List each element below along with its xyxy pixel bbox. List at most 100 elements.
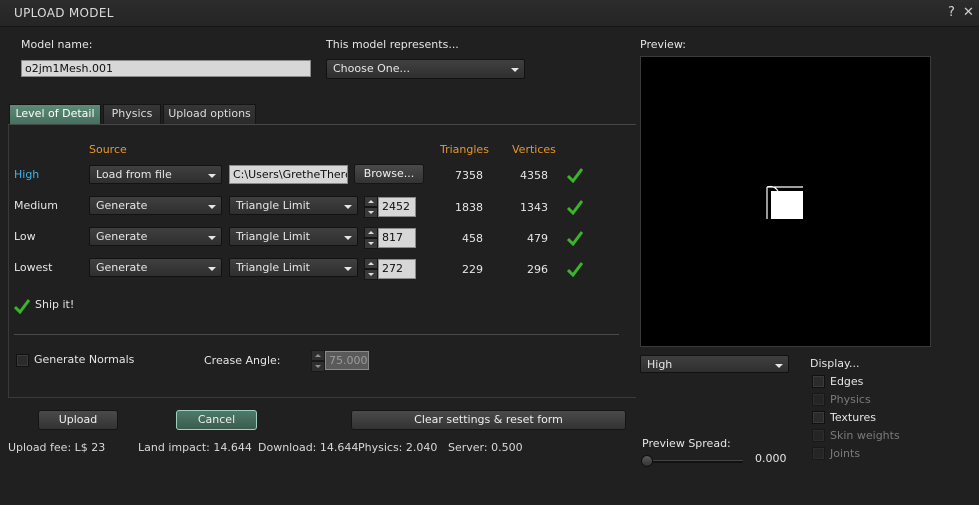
display-physics-label: Physics bbox=[830, 393, 871, 406]
lod-low-source-dropdown[interactable]: Generate bbox=[89, 227, 222, 246]
lod-high-triangles: 7358 bbox=[455, 169, 483, 182]
crease-angle-stepper[interactable] bbox=[311, 350, 325, 372]
crease-angle-label: Crease Angle: bbox=[204, 354, 281, 367]
tab-upload-options[interactable]: Upload options bbox=[163, 104, 256, 124]
display-textures-label: Textures bbox=[830, 411, 876, 424]
represents-value: Choose One... bbox=[333, 62, 410, 75]
lod-low-triangles: 458 bbox=[462, 232, 483, 245]
check-icon bbox=[567, 168, 583, 183]
lod-row-low-label: Low bbox=[14, 230, 36, 243]
stepper-down-icon[interactable] bbox=[364, 207, 378, 218]
ship-it-label: Ship it! bbox=[35, 298, 75, 311]
check-icon bbox=[567, 200, 583, 215]
crease-angle-input[interactable]: 75.000 bbox=[325, 351, 369, 370]
stepper-up-icon[interactable] bbox=[364, 227, 378, 238]
display-skin-weights-checkbox[interactable] bbox=[812, 429, 825, 442]
lod-lowest-mode-dropdown[interactable]: Triangle Limit bbox=[229, 258, 358, 277]
upload-button[interactable]: Upload bbox=[38, 410, 118, 430]
close-icon[interactable]: ✕ bbox=[963, 5, 974, 20]
window-title: UPLOAD MODEL bbox=[14, 6, 114, 20]
check-icon bbox=[567, 231, 583, 246]
land-impact: Land impact: 14.644 bbox=[138, 441, 252, 454]
stepper-down-icon[interactable] bbox=[311, 361, 325, 372]
header-source: Source bbox=[89, 143, 127, 156]
lod-low-mode-value: Triangle Limit bbox=[236, 230, 310, 243]
lod-row-medium-label: Medium bbox=[14, 199, 58, 212]
lod-high-source-dropdown[interactable]: Load from file bbox=[89, 165, 222, 184]
lod-lowest-mode-value: Triangle Limit bbox=[236, 261, 310, 274]
preview-viewport[interactable] bbox=[640, 56, 931, 347]
stepper-down-icon[interactable] bbox=[364, 269, 378, 280]
lod-high-source-value: Load from file bbox=[96, 168, 172, 181]
lod-lowest-triangles: 229 bbox=[462, 263, 483, 276]
stepper-up-icon[interactable] bbox=[364, 258, 378, 269]
preview-spread-slider-handle[interactable] bbox=[641, 455, 653, 467]
chevron-down-icon bbox=[208, 205, 216, 209]
lod-lowest-source-dropdown[interactable]: Generate bbox=[89, 258, 222, 277]
lod-medium-mode-dropdown[interactable]: Triangle Limit bbox=[229, 196, 358, 215]
lod-medium-source-dropdown[interactable]: Generate bbox=[89, 196, 222, 215]
lod-row-lowest-label: Lowest bbox=[14, 261, 53, 274]
chevron-down-icon bbox=[208, 267, 216, 271]
stepper-up-icon[interactable] bbox=[364, 196, 378, 207]
lod-low-vertices: 479 bbox=[527, 232, 548, 245]
model-preview-shape bbox=[766, 185, 803, 219]
chevron-down-icon bbox=[511, 68, 519, 72]
lod-medium-limit-input[interactable]: 2452 bbox=[378, 197, 416, 217]
preview-lod-value: High bbox=[647, 358, 673, 371]
display-joints-checkbox[interactable] bbox=[812, 447, 825, 460]
help-icon[interactable]: ? bbox=[948, 5, 955, 20]
title-bar[interactable] bbox=[0, 0, 979, 27]
display-joints-label: Joints bbox=[830, 447, 861, 460]
lod-lowest-source-value: Generate bbox=[96, 261, 148, 274]
lod-low-limit-stepper[interactable] bbox=[364, 227, 378, 249]
ship-it-check-icon bbox=[14, 299, 30, 314]
lod-high-vertices: 4358 bbox=[520, 169, 548, 182]
lod-row-high-label: High bbox=[14, 168, 40, 181]
preview-spread-label: Preview Spread: bbox=[642, 437, 731, 450]
physics-cost: Physics: 2.040 bbox=[358, 441, 438, 454]
lod-lowest-vertices: 296 bbox=[527, 263, 548, 276]
chevron-down-icon bbox=[208, 236, 216, 240]
clear-reset-button[interactable]: Clear settings & reset form bbox=[351, 410, 626, 430]
chevron-down-icon bbox=[344, 267, 352, 271]
tab-divider bbox=[8, 124, 636, 125]
lod-high-file-path-input[interactable]: C:\Users\GretheThere bbox=[229, 165, 348, 184]
display-physics-checkbox[interactable] bbox=[812, 393, 825, 406]
model-name-label: Model name: bbox=[21, 38, 93, 51]
chevron-down-icon bbox=[344, 205, 352, 209]
header-triangles: Triangles bbox=[440, 143, 489, 156]
generate-normals-checkbox[interactable] bbox=[16, 354, 29, 367]
chevron-down-icon bbox=[208, 174, 216, 178]
browse-button[interactable]: Browse... bbox=[354, 164, 424, 184]
tab-physics[interactable]: Physics bbox=[103, 104, 161, 124]
lod-low-limit-input[interactable]: 817 bbox=[378, 228, 416, 248]
stepper-down-icon[interactable] bbox=[364, 238, 378, 249]
display-textures-checkbox[interactable] bbox=[812, 411, 825, 424]
lod-medium-limit-stepper[interactable] bbox=[364, 196, 378, 218]
generate-normals-label: Generate Normals bbox=[34, 353, 135, 366]
lod-low-source-value: Generate bbox=[96, 230, 148, 243]
cancel-button[interactable]: Cancel bbox=[176, 410, 257, 430]
preview-lod-dropdown[interactable]: High bbox=[640, 355, 789, 373]
preview-spread-track[interactable] bbox=[645, 460, 743, 463]
lod-low-mode-dropdown[interactable]: Triangle Limit bbox=[229, 227, 358, 246]
check-icon bbox=[567, 262, 583, 277]
chevron-down-icon bbox=[344, 236, 352, 240]
stepper-up-icon[interactable] bbox=[311, 350, 325, 361]
model-name-input[interactable]: o2jm1Mesh.001 bbox=[21, 60, 311, 77]
represents-label: This model represents... bbox=[326, 38, 459, 51]
upload-fee: Upload fee: L$ 23 bbox=[8, 441, 106, 454]
lod-medium-triangles: 1838 bbox=[455, 201, 483, 214]
lod-lowest-limit-input[interactable]: 272 bbox=[378, 259, 416, 279]
display-edges-checkbox[interactable] bbox=[812, 375, 825, 388]
lod-medium-source-value: Generate bbox=[96, 199, 148, 212]
panel-border-bottom bbox=[8, 397, 636, 398]
header-vertices: Vertices bbox=[512, 143, 556, 156]
panel-border-left bbox=[8, 124, 9, 398]
represents-dropdown[interactable]: Choose One... bbox=[326, 59, 525, 79]
download-cost: Download: 14.644 bbox=[258, 441, 359, 454]
display-edges-label: Edges bbox=[830, 375, 864, 388]
tab-level-of-detail[interactable]: Level of Detail bbox=[9, 104, 101, 124]
lod-lowest-limit-stepper[interactable] bbox=[364, 258, 378, 280]
